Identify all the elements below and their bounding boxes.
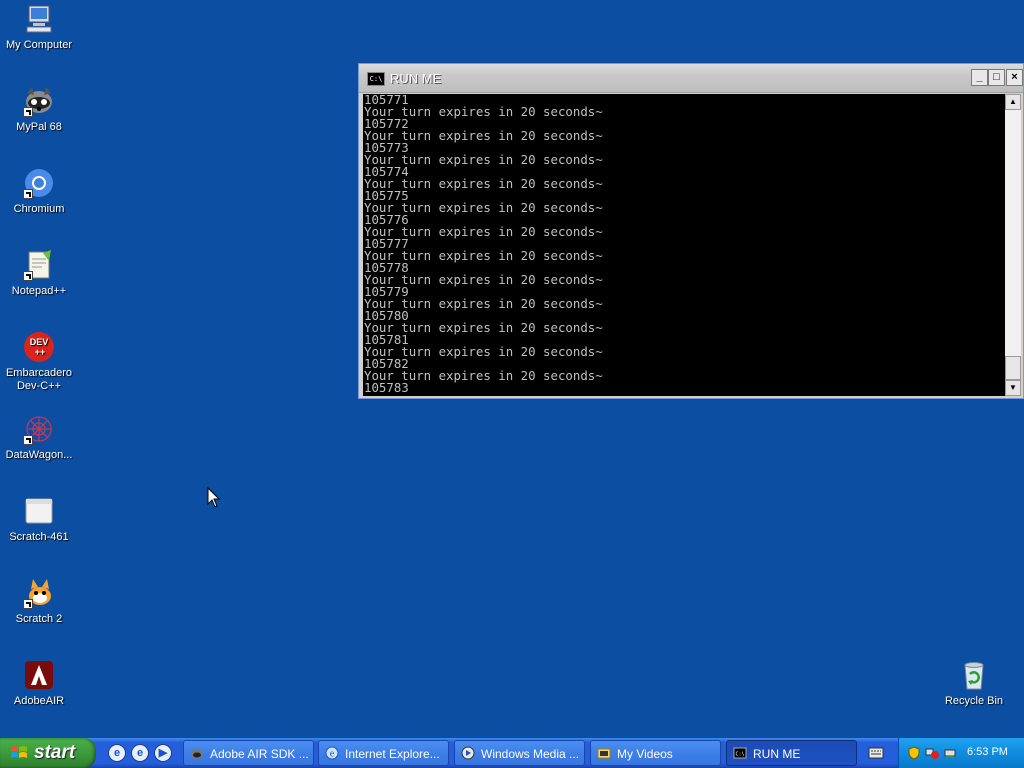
desktop-icon-my-computer[interactable]: My Computer [1, 3, 77, 52]
mypal-icon [23, 85, 55, 117]
desktop-icon-chromium[interactable]: Chromium [1, 167, 77, 216]
dev-cpp-icon: DEV ++ [23, 331, 55, 363]
svg-text:DEV: DEV [30, 337, 49, 347]
scratch-2-icon [23, 577, 55, 609]
desktop-icon-label: Scratch 2 [15, 613, 63, 625]
svg-text:C:\: C:\ [735, 752, 744, 758]
windows-media-player-icon[interactable]: ▶ [154, 744, 172, 762]
desktop-icon-label: AdobeAIR [13, 695, 65, 707]
network-warning-icon[interactable] [925, 746, 939, 760]
window-titlebar[interactable]: C:\ RUN ME _ □ × [359, 64, 1023, 93]
start-button[interactable]: start [0, 738, 96, 768]
desktop-icon-label: Notepad++ [11, 285, 67, 297]
folder-icon [597, 748, 611, 759]
keyboard-language-icon[interactable] [868, 746, 884, 760]
close-button[interactable]: × [1006, 69, 1023, 86]
desktop-icon-mypal[interactable]: MyPal 68 [1, 85, 77, 134]
desktop-icon-scratch-461[interactable]: Scratch-461 [1, 495, 77, 544]
desktop-icon-label: Embarcadero Dev-C++ [5, 367, 73, 392]
desktop-icon-label: My Computer [5, 39, 73, 51]
my-computer-icon [23, 3, 55, 35]
maximize-button[interactable]: □ [988, 69, 1005, 86]
adobe-air-icon [23, 659, 55, 691]
windows-media-icon [461, 746, 475, 760]
scrollbar-thumb[interactable] [1005, 356, 1021, 380]
start-label: start [34, 742, 76, 763]
internet-explorer-icon[interactable]: e [108, 744, 126, 762]
safely-remove-hardware-icon[interactable] [943, 746, 957, 760]
desktop-icon-dev-cpp[interactable]: DEV ++ Embarcadero Dev-C++ [1, 331, 77, 393]
svg-text:e: e [330, 749, 335, 760]
windows-flag-icon [11, 746, 27, 758]
console-icon: C:\ [367, 72, 385, 86]
desktop-icon-notepad-plus-plus[interactable]: Notepad++ [1, 249, 77, 298]
desktop-icon-scratch-2[interactable]: Scratch 2 [1, 577, 77, 626]
security-shield-icon[interactable] [907, 746, 921, 760]
adobe-air-sdk-icon [191, 749, 203, 759]
desktop-icon-label: MyPal 68 [16, 121, 62, 133]
recycle-bin-icon [958, 659, 990, 691]
desktop-icon-datawagon[interactable]: DataWagon... [1, 413, 77, 462]
minimize-button[interactable]: _ [971, 69, 988, 86]
mouse-cursor-icon [207, 487, 221, 508]
scroll-down-arrow-icon[interactable]: ▼ [1005, 380, 1021, 396]
ie-alt-icon[interactable]: e [131, 744, 149, 762]
console-window[interactable]: C:\ RUN ME _ □ × 105771 Your turn expire… [358, 63, 1024, 399]
task-my-videos[interactable]: My Videos [590, 740, 721, 766]
task-adobe-air-sdk[interactable]: Adobe AIR SDK ... [183, 740, 314, 766]
desktop-icon-label: Chromium [13, 203, 65, 215]
taskbar: start e e ▶ Adobe AIR SDK ... e Internet… [0, 738, 1024, 768]
system-tray: 6:53 PM [898, 738, 1024, 768]
console-text: 105771 Your turn expires in 20 seconds~ … [364, 94, 603, 395]
desktop-icon-label: Scratch-461 [9, 531, 69, 543]
desktop-icon-label: DataWagon... [5, 449, 73, 461]
window-title: RUN ME [390, 71, 442, 86]
desktop-icon-adobe-air[interactable]: AdobeAIR [1, 659, 77, 708]
console-icon: C:\ [733, 747, 747, 759]
notepad-plus-plus-icon [23, 249, 55, 281]
scroll-up-arrow-icon[interactable]: ▲ [1005, 94, 1021, 110]
task-internet-explorer[interactable]: e Internet Explore... [318, 740, 449, 766]
chromium-icon [23, 167, 55, 199]
task-run-me[interactable]: C:\ RUN ME [726, 740, 857, 766]
console-output[interactable]: 105771 Your turn expires in 20 seconds~ … [363, 94, 1005, 396]
desktop-icon-recycle-bin[interactable]: Recycle Bin [936, 659, 1012, 708]
svg-text:++: ++ [35, 347, 46, 357]
scratch-461-icon [23, 495, 55, 527]
task-windows-media[interactable]: Windows Media ... [454, 740, 585, 766]
datawagon-icon [23, 413, 55, 445]
clock[interactable]: 6:53 PM [967, 746, 1008, 758]
vertical-scrollbar[interactable]: ▲ ▼ [1005, 94, 1021, 396]
desktop-icon-label: Recycle Bin [944, 695, 1004, 707]
internet-explorer-icon: e [325, 746, 339, 760]
